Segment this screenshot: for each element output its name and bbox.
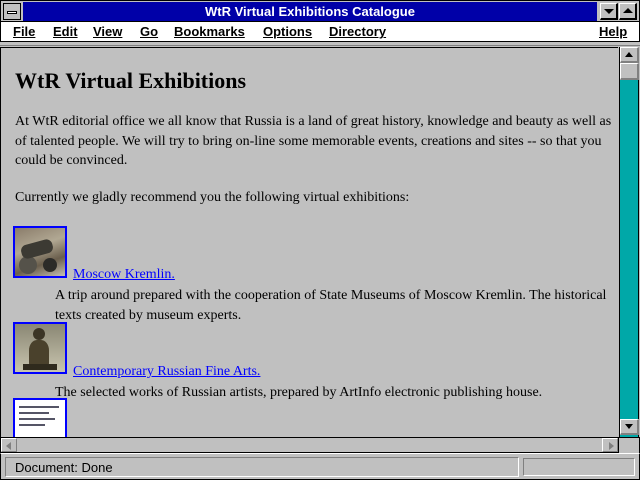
horizontal-scrollbar[interactable]: [0, 437, 619, 453]
arrow-left-icon: [6, 442, 11, 450]
menu-go[interactable]: Go: [140, 23, 158, 40]
progress-indicator: [523, 458, 635, 476]
minimize-button[interactable]: [600, 3, 618, 20]
arrow-right-icon: [609, 442, 614, 450]
system-menu-icon: [7, 11, 17, 14]
exhibition-link-fine-arts[interactable]: Contemporary Russian Fine Arts.: [73, 364, 260, 380]
vertical-scrollbar[interactable]: [619, 47, 639, 437]
maximize-button[interactable]: [619, 3, 637, 20]
system-menu-button[interactable]: [3, 3, 21, 20]
menu-bookmarks[interactable]: Bookmarks: [174, 23, 245, 40]
menu-view[interactable]: View: [93, 23, 122, 40]
menu-file[interactable]: File: [13, 23, 35, 40]
intro-paragraph: At WtR editorial office we all know that…: [15, 114, 612, 168]
scroll-left-button[interactable]: [1, 438, 17, 452]
title-bar: WtR Virtual Exhibitions Catalogue: [0, 0, 640, 22]
status-field: Document: Done: [5, 457, 519, 477]
vertical-scroll-thumb[interactable]: [620, 63, 639, 80]
exhibition-description: A trip around prepared with the cooperat…: [55, 288, 607, 323]
menu-bar: File Edit View Go Bookmarks Options Dire…: [0, 22, 640, 42]
scrollbar-corner: [619, 437, 640, 453]
window-title: WtR Virtual Exhibitions Catalogue: [205, 4, 415, 19]
menu-edit[interactable]: Edit: [53, 23, 78, 40]
toolbar-separator: [0, 43, 640, 46]
arrow-down-icon: [625, 424, 633, 429]
menu-directory[interactable]: Directory: [329, 23, 386, 40]
arrow-up-icon: [625, 52, 633, 57]
document-view[interactable]: WtR Virtual Exhibitions At WtR editorial…: [0, 47, 618, 437]
recommend-text: Currently we gladly recommend you the fo…: [15, 190, 410, 205]
minimize-icon: [604, 9, 614, 14]
title-bar-caption: WtR Virtual Exhibitions Catalogue: [23, 2, 597, 21]
status-text: Document: Done: [15, 460, 113, 475]
exhibition-description: The selected works of Russian artists, p…: [55, 385, 543, 400]
maximize-icon: [623, 8, 633, 13]
document-thumbnail[interactable]: [13, 398, 67, 437]
status-bar: Document: Done: [0, 453, 640, 480]
scroll-right-button[interactable]: [602, 438, 618, 452]
menu-help[interactable]: Help: [599, 23, 627, 40]
menu-options[interactable]: Options: [263, 23, 312, 40]
scroll-down-button[interactable]: [620, 419, 639, 435]
page-heading: WtR Virtual Exhibitions: [15, 68, 247, 93]
fine-arts-sculpture-thumbnail[interactable]: [13, 322, 67, 374]
exhibition-link-moscow-kremlin[interactable]: Moscow Kremlin.: [73, 267, 175, 283]
scroll-up-button[interactable]: [620, 47, 639, 63]
kremlin-cannon-thumbnail[interactable]: [13, 226, 67, 278]
